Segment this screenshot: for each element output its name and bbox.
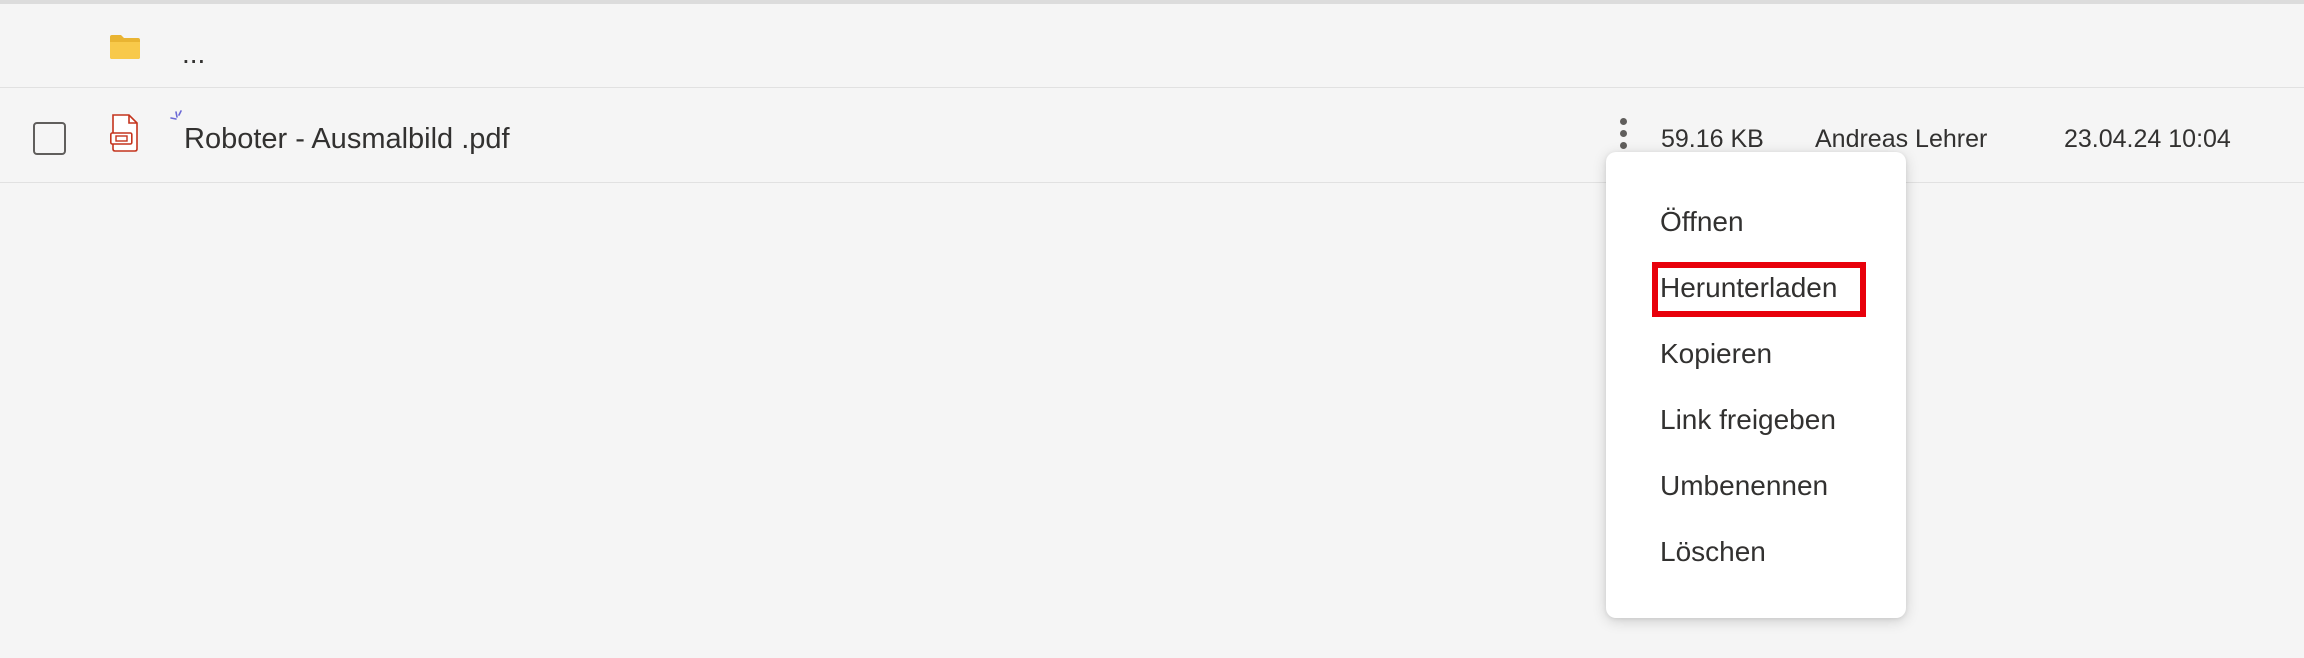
parent-folder-row[interactable]: ... xyxy=(0,4,2304,88)
file-row[interactable]: Roboter - Ausmalbild .pdf 59.16 KB Andre… xyxy=(0,88,2304,183)
menu-item-delete[interactable]: Löschen xyxy=(1660,530,1766,574)
menu-item-share-link[interactable]: Link freigeben xyxy=(1660,398,1836,442)
more-dot xyxy=(1619,129,1627,137)
folder-icon xyxy=(110,35,140,59)
menu-item-open[interactable]: Öffnen xyxy=(1660,200,1744,244)
row-select-checkbox[interactable] xyxy=(33,122,66,155)
more-actions-button[interactable] xyxy=(1608,110,1638,156)
more-dot xyxy=(1619,117,1627,125)
menu-item-copy[interactable]: Kopieren xyxy=(1660,332,1772,376)
file-modified-date: 23.04.24 10:04 xyxy=(2064,125,2231,153)
file-context-menu: Öffnen Herunterladen Kopieren Link freig… xyxy=(1606,152,1906,618)
pdf-file-icon xyxy=(110,114,138,152)
more-dot xyxy=(1619,141,1627,149)
file-name-link[interactable]: Roboter - Ausmalbild .pdf xyxy=(184,120,510,158)
file-list-page: ... Roboter - Ausmalbild .pdf 59.16 KB A… xyxy=(0,0,2304,658)
parent-folder-label: ... xyxy=(182,38,206,69)
menu-item-download[interactable]: Herunterladen xyxy=(1660,266,1837,310)
menu-item-rename[interactable]: Umbenennen xyxy=(1660,464,1828,508)
